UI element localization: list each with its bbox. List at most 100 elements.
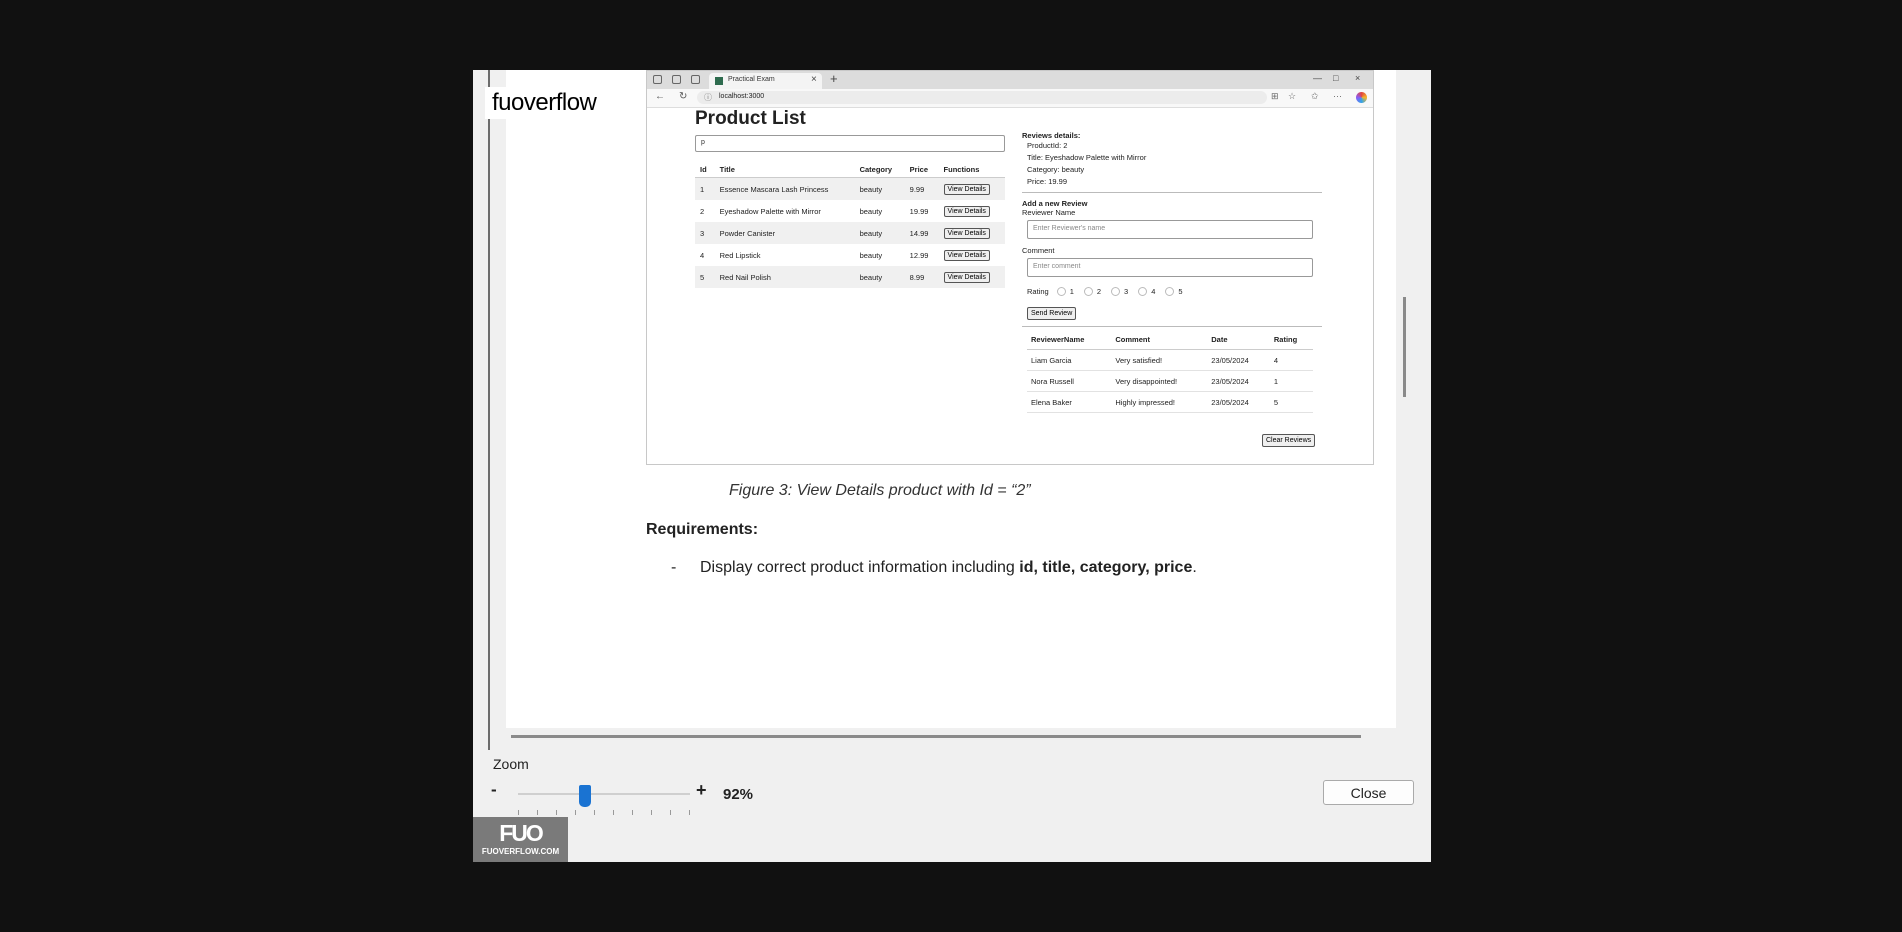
col-id-header: Id xyxy=(695,161,715,178)
favorites-icon[interactable]: ✩ xyxy=(1311,91,1319,102)
review-rating: 4 xyxy=(1269,349,1313,371)
tab-favicon-icon xyxy=(715,77,723,85)
rating-radio-4[interactable] xyxy=(1138,286,1148,296)
product-search-input[interactable]: p xyxy=(695,135,1005,152)
review-product-price: Price: 19.99 xyxy=(1027,177,1068,186)
product-table-header: Id Title Category Price Functions xyxy=(695,161,1005,178)
zoom-tick xyxy=(670,810,671,815)
reviewer-name-input[interactable]: Enter Reviewer's name xyxy=(1027,220,1313,239)
comment-input[interactable]: Enter comment xyxy=(1027,258,1313,277)
product-category: beauty xyxy=(854,177,905,200)
clear-reviews-button[interactable]: Clear Reviews xyxy=(1262,434,1316,447)
product-category: beauty xyxy=(854,266,905,288)
url-field[interactable]: ⓘ localhost:3000 xyxy=(697,91,1267,104)
profile-icon xyxy=(653,75,662,84)
review-date: 23/05/2024 xyxy=(1207,391,1270,413)
copilot-icon[interactable] xyxy=(1356,92,1367,103)
table-row: 4 Red Lipstick beauty 12.99 View Details xyxy=(695,244,1005,266)
minimize-icon[interactable]: — xyxy=(1313,73,1322,83)
divider xyxy=(1022,326,1322,327)
rating-radio-5[interactable] xyxy=(1165,286,1175,296)
zoom-slider-track[interactable] xyxy=(518,793,690,795)
view-details-button[interactable]: View Details xyxy=(943,183,990,195)
col-comment-header: Comment xyxy=(1111,329,1208,350)
zoom-in-button[interactable]: + xyxy=(696,780,707,801)
zoom-value: 92% xyxy=(723,786,754,803)
rating-radio-2[interactable] xyxy=(1083,286,1093,296)
product-title: Essence Mascara Lash Princess xyxy=(714,177,855,200)
rating-option-label: 3 xyxy=(1124,286,1129,296)
view-details-button[interactable]: View Details xyxy=(943,227,990,239)
product-price: 12.99 xyxy=(909,250,929,260)
left-border-line xyxy=(488,70,490,750)
zoom-label: Zoom xyxy=(493,756,529,772)
reviewer-name: Elena Baker xyxy=(1027,391,1112,413)
address-bar: ← ↻ ⓘ localhost:3000 ⊞ ☆ ✩ ··· xyxy=(647,89,1373,108)
product-title: Eyeshadow Palette with Mirror xyxy=(719,206,821,216)
rating-option-label: 1 xyxy=(1069,286,1074,296)
product-category: beauty xyxy=(859,206,883,216)
horizontal-scrollbar[interactable] xyxy=(511,735,1361,738)
figure-caption: Figure 3: View Details product with Id =… xyxy=(729,482,1031,499)
review-date: 23/05/2024 xyxy=(1207,370,1270,392)
vertical-scrollbar[interactable] xyxy=(1403,297,1406,397)
view-details-button[interactable]: View Details xyxy=(943,271,990,283)
add-review-heading: Add a new Review xyxy=(1022,199,1088,208)
reviewer-name-label: Reviewer Name xyxy=(1022,208,1076,217)
review-rating: 1 xyxy=(1269,370,1313,392)
window-close-icon[interactable]: × xyxy=(1355,73,1360,83)
reviews-table-header: ReviewerName Comment Date Rating xyxy=(1027,329,1313,350)
logo-mark: FUO xyxy=(499,820,544,846)
zoom-tick xyxy=(556,810,557,815)
fuoverflow-logo: FUO FUOVERFLOW.COM xyxy=(473,817,568,862)
rating-option-label: 5 xyxy=(1178,286,1183,296)
refresh-icon[interactable]: ↻ xyxy=(679,91,687,102)
reviewer-name: Nora Russell xyxy=(1027,370,1112,392)
rating-label: Rating xyxy=(1027,286,1049,296)
reviewer-name: Liam Garcia xyxy=(1027,349,1112,371)
bullet-marker: - xyxy=(671,559,677,576)
rating-radio-3[interactable] xyxy=(1111,286,1121,296)
reviews-details-heading: Reviews details: xyxy=(1022,131,1081,140)
more-icon[interactable]: ··· xyxy=(1333,91,1342,101)
browser-screenshot: Practical Exam × + — □ × ← ↻ ⓘ localhost… xyxy=(646,70,1374,465)
product-id: 3 xyxy=(695,222,715,244)
zoom-tick xyxy=(632,810,633,815)
zoom-tick xyxy=(689,810,690,815)
browser-tab[interactable]: Practical Exam × xyxy=(709,73,822,89)
new-tab-icon[interactable]: + xyxy=(830,71,838,86)
review-comment: Very disappointed! xyxy=(1111,370,1208,392)
maximize-icon[interactable]: □ xyxy=(1333,73,1338,83)
close-button[interactable]: Close xyxy=(1323,780,1414,805)
requirements-heading: Requirements: xyxy=(646,521,759,538)
review-date: 23/05/2024 xyxy=(1207,349,1270,371)
zoom-slider-thumb[interactable] xyxy=(579,785,591,807)
back-icon[interactable]: ← xyxy=(655,91,665,102)
tab-close-icon[interactable]: × xyxy=(811,74,817,85)
zoom-out-button[interactable]: - xyxy=(491,780,497,800)
product-id: 5 xyxy=(695,266,715,288)
read-mode-icon[interactable]: ⊞ xyxy=(1271,91,1279,102)
watermark-label: fuoverflow xyxy=(485,87,604,119)
rating-radio-1[interactable] xyxy=(1056,286,1066,296)
review-comment: Very satisfied! xyxy=(1111,349,1208,371)
table-row: 1 Essence Mascara Lash Princess beauty 9… xyxy=(695,177,1005,200)
product-list-title: Product List xyxy=(695,108,806,129)
table-row: 3 Powder Canister beauty 14.99 View Deta… xyxy=(695,222,1005,244)
tab-actions-icon xyxy=(691,75,700,84)
product-category: beauty xyxy=(859,250,883,260)
requirement-text: Display correct product information incl… xyxy=(700,559,1020,576)
send-review-button[interactable]: Send Review xyxy=(1027,307,1077,320)
view-details-button[interactable]: View Details xyxy=(943,205,990,217)
comment-label: Comment xyxy=(1022,246,1055,255)
zoom-slider-ticks xyxy=(518,810,690,816)
browser-tab-bar: Practical Exam × + — □ × xyxy=(647,71,1373,89)
product-id: 2 xyxy=(700,206,705,216)
divider xyxy=(1022,192,1322,193)
favorite-star-icon[interactable]: ☆ xyxy=(1288,91,1296,102)
zoom-tick xyxy=(537,810,538,815)
rating-option-label: 4 xyxy=(1151,286,1156,296)
product-price: 14.99 xyxy=(904,222,939,244)
rating-radio-group: Rating 1 2 3 4 5 xyxy=(1027,284,1322,298)
view-details-button[interactable]: View Details xyxy=(943,249,990,261)
